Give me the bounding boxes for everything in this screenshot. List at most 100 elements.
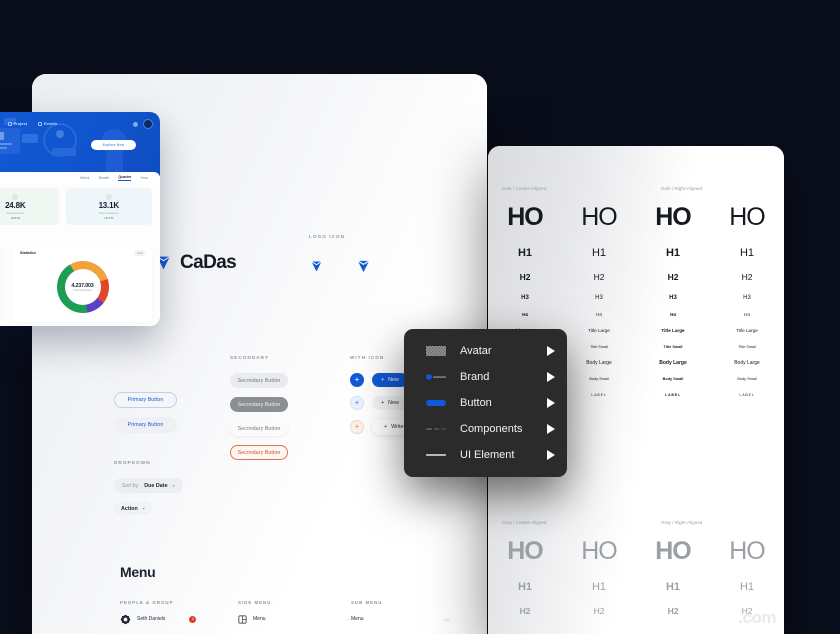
context-menu: Avatar Brand Button Components UI Elemen… [404,329,567,477]
secondary-button-warning[interactable]: Secondary Button [230,445,288,460]
stat-value: 24.8K [5,201,26,210]
type-sample-h2: H2 [667,272,679,282]
type-sample-h3: H3 [521,294,529,301]
tab-week[interactable]: Week [80,176,89,180]
plus-icon-button-peach[interactable]: + [350,420,364,434]
dashboard-account-area [133,119,153,129]
layout-icon [238,615,247,623]
type-sample-label: LABEL [665,393,681,398]
calendar-icon [38,122,43,126]
tab-month[interactable]: Month [99,176,110,180]
type-sample-title-large: Title Large [588,328,610,334]
type-sample-h2: H2 [593,272,605,282]
secondary-button-dark[interactable]: Secondary Button [230,397,288,412]
stat-delta: +2.4 % [104,216,114,220]
primary-button-outline[interactable]: Primary Button [114,392,177,408]
header-dark-right: Dark / Right-Aligned [661,186,703,191]
context-menu-item-ui-element[interactable]: UI Element [404,442,567,468]
dropdown-label: DROPDOWN [114,460,151,465]
donut-chart: 4.237.003 Total Impression [56,261,109,314]
type-sample-h1: H1 [591,247,607,259]
dashboard-nav: Dashboard Project Events [0,122,57,126]
sub-menu-row[interactable]: Menu 100 [351,605,450,633]
donut-center: 4.237.003 Total Impression [71,283,93,292]
header-gray-center: Gray / Center-Aligned [502,520,547,525]
gem-icon-small-a [311,261,322,272]
sort-by-dropdown[interactable]: Sort by: Due Date ▾ [114,478,183,493]
secondary-buttons-section: SECONDARY Secondary Button Secondary But… [230,355,288,460]
type-sample-ho: HO [581,203,617,231]
type-sample-ho: HO [729,537,765,565]
caret-right-icon [547,346,555,356]
context-menu-item-components[interactable]: Components [404,416,567,442]
side-menu-row[interactable]: Menu — [238,605,351,633]
type-sample-h1: H1 [739,247,755,259]
logo-icon-section: LOGO ICON [309,234,372,274]
type-column-dark-bold-b: HO H1 H2 H3 H4 Title Large Title Small B… [636,205,710,398]
sort-by-prefix: Sort by: [122,482,140,489]
avatar-swatch-icon [426,346,448,356]
menu-section: Menu PEOPLE & GROUP SIDE MENU SUB MENU S… [120,564,450,634]
with-icon-row-2: + + New [350,396,408,410]
type-column-gray-regular-a: HO H1 H2 [562,539,636,629]
type-sample-h2: H2 [593,606,605,616]
ui-element-swatch-icon [426,450,448,460]
context-menu-item-brand[interactable]: Brand [404,364,567,390]
new-button-ghost[interactable]: + New [372,396,408,410]
menu-section-title: Menu [120,564,156,580]
secondary-button-white[interactable]: Secondary Button [230,421,288,436]
secondary-label: SECONDARY [230,355,270,360]
primary-buttons-section: Primary Button Primary Button [114,392,177,433]
primary-button-ghost[interactable]: Primary Button [114,417,177,433]
brand-name: CaDas [180,252,237,273]
sub-menu-count: 100 [443,616,450,622]
action-dropdown[interactable]: Action ▾ [114,502,152,515]
menu-grid: PEOPLE & GROUP SIDE MENU SUB MENU Seth D… [120,600,450,634]
type-sample-h2: H2 [667,606,679,616]
type-column-gray-bold-a: HO H1 H2 [488,539,562,629]
canvas: CaDas LOGO ICON SECONDARY Secondary Butt… [0,0,840,634]
type-sample-h1: H1 [739,581,755,593]
type-sample-body-large: Body Large [659,360,687,367]
side-menu-label: Menu [253,616,266,622]
type-sample-label: LABEL [739,393,755,398]
stat-card-new-customer: 13.1K New Customer +2.4 % [65,188,152,225]
people-row[interactable]: Seth Daniels 3 [120,605,238,633]
donut-label: Total Impression [73,288,92,292]
chevron-down-icon: ▾ [142,506,145,511]
type-sample-ho: HO [507,203,543,231]
plus-icon-button-blue[interactable]: + [350,373,364,387]
plus-icon-button-pale[interactable]: + [350,396,364,410]
watermark-text: .com [738,608,776,627]
type-sample-h1: H1 [517,581,533,593]
nav-item-events[interactable]: Events [38,122,57,126]
tab-quarter[interactable]: Quarter [118,175,132,181]
sub-menu-label: Menu [351,616,364,622]
context-menu-item-avatar[interactable]: Avatar [404,338,567,364]
type-sample-h4: H4 [596,311,602,317]
dashboard-lower-row: Sort by Week Statistics Year 4.237.003 T… [0,246,152,322]
chart-icon [105,194,112,200]
context-menu-item-button[interactable]: Button [404,390,567,416]
type-sample-ho: HO [729,203,765,231]
stat-card-total-account: 24.8K Total Account +8.5 % [0,188,59,225]
nav-item-project[interactable]: Project [7,122,28,126]
type-sample-title-small: Title Small [590,344,608,349]
type-sample-title-large: Title Large [736,328,758,334]
avatar[interactable] [143,119,153,129]
tab-year[interactable]: Year [140,176,148,180]
plus-icon: + [384,424,388,430]
type-sample-body-large: Body Large [734,360,760,367]
type-sample-title-small: Title Small [663,344,683,349]
type-sample-body-small: Body Small [589,377,609,382]
type-sample-h2: H2 [519,606,531,616]
secondary-button-light[interactable]: Secondary Button [230,373,288,388]
new-button-blue[interactable]: + New [372,373,408,387]
explore-now-button[interactable]: Explore Now [91,140,136,150]
status-badge: 3 [189,615,197,623]
statistics-period[interactable]: Year [133,250,146,256]
statistics-card: Statistics Year 4.237.003 Total Impressi… [13,246,152,322]
dashboard-stats: 24.8K Total Account +8.5 % 13.1K New Cus… [0,188,152,225]
type-column-gray-bold-b: HO H1 H2 [636,539,710,629]
bell-icon[interactable] [133,121,138,127]
